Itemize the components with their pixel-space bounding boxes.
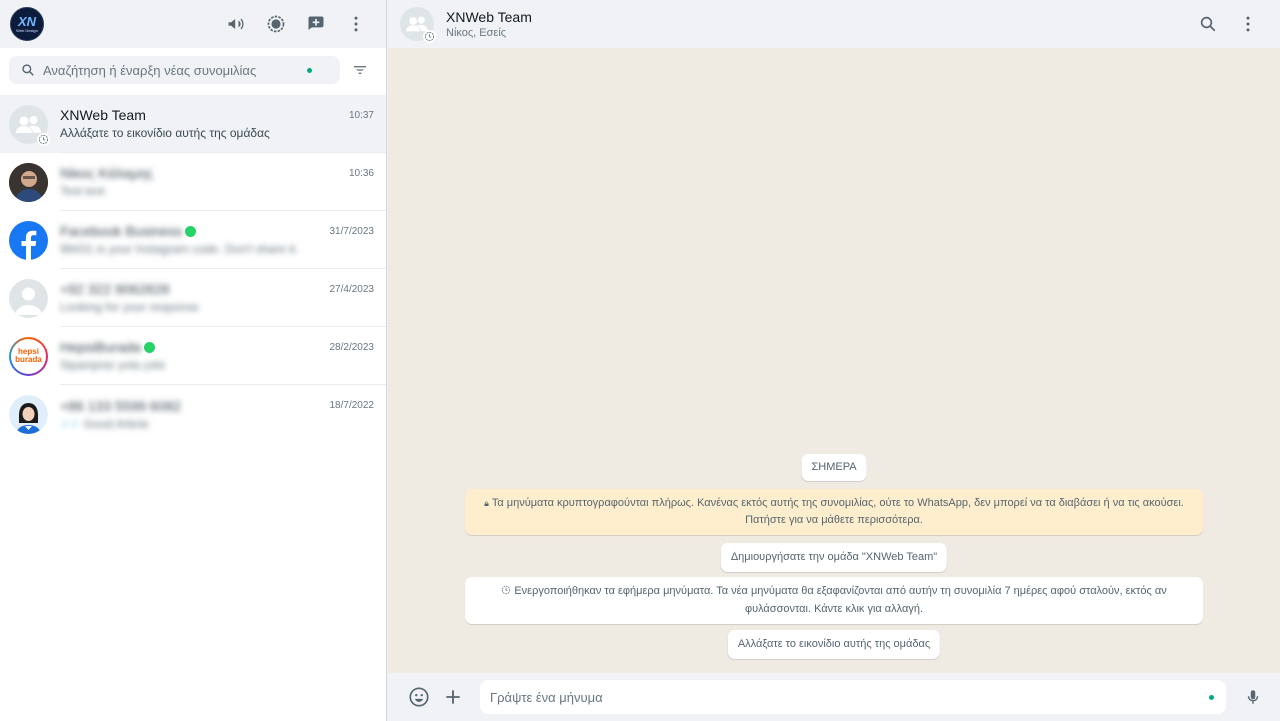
group-created-notice: Δημιουργήσατε την ομάδα "XNWeb Team" xyxy=(720,543,948,572)
timer-icon xyxy=(423,30,436,43)
message-composer xyxy=(388,673,1280,721)
facebook-logo-icon xyxy=(9,220,48,260)
group-avatar xyxy=(9,104,50,146)
default-avatar-icon xyxy=(9,278,48,318)
status-icon[interactable] xyxy=(256,4,296,44)
contact-photo xyxy=(9,162,48,202)
chat-time: 28/2/2023 xyxy=(329,341,375,353)
chat-item[interactable]: XNWeb Team 10:37 Αλλάξατε το εικονίδιο α… xyxy=(0,95,386,153)
search-input[interactable] xyxy=(43,62,273,78)
menu-icon[interactable] xyxy=(1228,4,1268,44)
sidebar-header: XN Web Design xyxy=(0,0,386,48)
lock-icon: 🔒︎ xyxy=(484,498,489,508)
profile-avatar[interactable]: XN Web Design xyxy=(10,7,44,41)
message-input-box[interactable] xyxy=(480,680,1226,714)
new-chat-icon[interactable] xyxy=(296,4,336,44)
chat-item[interactable]: Νίκος Κάλαμης 10:36 Test test xyxy=(0,153,386,211)
logo-subtext: Web Design xyxy=(16,28,38,33)
chat-list: XNWeb Team 10:37 Αλλάξατε το εικονίδιο α… xyxy=(0,95,386,443)
attach-plus-icon[interactable] xyxy=(436,680,470,714)
conversation-header[interactable]: XNWeb Team Νίκος, Εσείς xyxy=(388,0,1280,48)
chat-item[interactable]: +86 133 5599 6082 18/7/2022 ✓✓ Good Arti… xyxy=(0,385,386,443)
conversation-title: XNWeb Team xyxy=(446,9,532,25)
chat-name: XNWeb Team xyxy=(60,107,146,123)
chat-time: 10:36 xyxy=(348,167,374,179)
chat-time: 10:37 xyxy=(348,109,374,121)
verified-badge-icon xyxy=(185,225,197,237)
emoji-icon[interactable] xyxy=(402,680,436,714)
chat-name: Facebook Business xyxy=(60,223,183,239)
message-input[interactable] xyxy=(490,689,1201,705)
microphone-icon[interactable] xyxy=(1236,680,1270,714)
search-row xyxy=(0,50,386,90)
chat-item[interactable]: Facebook Business 31/7/2023 98431 is you… xyxy=(0,211,386,269)
timer-icon xyxy=(37,132,50,146)
encryption-notice[interactable]: 🔒︎ Τα μηνύματα κρυπτογραφούνται πλήρως. … xyxy=(465,489,1203,535)
contact-photo xyxy=(9,394,48,434)
chat-name: Νίκος Κάλαμης xyxy=(60,165,154,181)
icon-changed-notice: Αλλάξατε το εικονίδιο αυτής της ομάδας xyxy=(727,630,941,659)
chat-last-message: Αλλάξατε το εικονίδιο αυτής της ομάδας xyxy=(60,126,270,140)
chat-last-message: Looking for your response xyxy=(60,300,199,314)
search-icon[interactable] xyxy=(21,63,35,82)
filter-icon[interactable] xyxy=(346,56,374,84)
chat-time: 18/7/2022 xyxy=(329,400,375,411)
conversation-members: Νίκος, Εσείς xyxy=(446,27,507,39)
chat-name: HepsiBurada xyxy=(60,339,141,355)
indicator-dot xyxy=(1209,694,1214,700)
chat-last-message: Siparişiniz yola çıktı xyxy=(60,358,166,372)
chat-last-message: Test test xyxy=(60,184,105,198)
timer-icon xyxy=(501,584,511,601)
chat-name: +92 322 9062828 xyxy=(60,281,170,297)
ephemeral-notice[interactable]: Ενεργοποιήθηκαν τα εφήμερα μηνύματα. Τα … xyxy=(465,577,1203,624)
search-box[interactable] xyxy=(9,56,340,84)
logo-text: XN xyxy=(17,14,37,29)
message-area[interactable]: ΣΗΜΕΡΑ 🔒︎ Τα μηνύματα κρυπτογραφούνται π… xyxy=(388,48,1280,673)
chat-last-message: ✓✓ Good Article xyxy=(60,416,149,431)
verified-badge-icon xyxy=(143,341,155,353)
chat-time: 27/4/2023 xyxy=(329,283,375,295)
chat-item[interactable]: +92 322 9062828 27/4/2023 Looking for yo… xyxy=(0,269,386,327)
group-avatar[interactable] xyxy=(400,7,436,43)
sidebar: XN Web Design Αναζήτηση ή έναρξη νέας συ… xyxy=(0,0,387,721)
search-icon[interactable] xyxy=(1188,4,1228,44)
chat-last-message: 98431 is your Instagram code. Don't shar… xyxy=(60,242,299,256)
menu-icon[interactable] xyxy=(336,4,376,44)
chat-name: +86 133 5599 6082 xyxy=(60,397,182,414)
chat-time: 31/7/2023 xyxy=(329,225,375,237)
indicator-dot xyxy=(307,68,312,73)
read-ticks-icon: ✓✓ xyxy=(60,416,81,431)
chat-item[interactable]: hepsi burada HepsiBurada 28/2/2023 Sipari… xyxy=(0,327,386,385)
hepsiburada-logo-icon: hepsi burada xyxy=(9,336,48,376)
date-separator: ΣΗΜΕΡΑ xyxy=(801,454,867,481)
megaphone-icon[interactable] xyxy=(216,4,256,44)
conversation-panel: XNWeb Team Νίκος, Εσείς ΣΗΜΕΡΑ 🔒︎ Τα μην… xyxy=(388,0,1280,721)
